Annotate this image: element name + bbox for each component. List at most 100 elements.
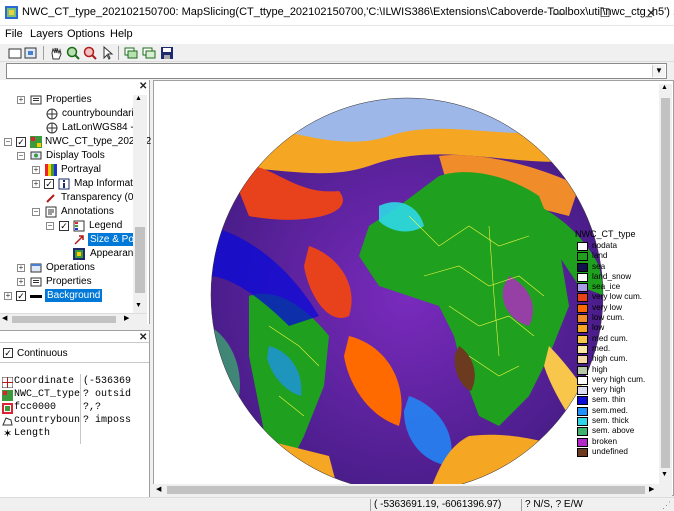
scroll-left-icon[interactable]: ◀	[2, 314, 7, 322]
layer-tree-panel: ✕ + Properties countryboundarie LatLonWG…	[0, 80, 151, 324]
legend-label: nodata	[592, 241, 618, 250]
tree-item-properties[interactable]: + Properties	[0, 93, 133, 107]
legend-item: very low cum.	[575, 292, 655, 303]
legend-checkbox[interactable]: ✓	[59, 221, 69, 231]
open-icon[interactable]	[23, 45, 39, 61]
tree-item-latlonwgs84[interactable]: LatLonWGS84 - C	[0, 121, 144, 135]
tree-horizontal-scrollbar[interactable]: ◀ ▶	[0, 313, 147, 324]
resize-grip-icon[interactable]: ⋰	[662, 500, 671, 511]
legend-swatch	[577, 283, 588, 293]
map-horizontal-scrollbar[interactable]: ◀ ▶	[153, 484, 659, 496]
tree-item-nwc-ct-type-layer[interactable]: − ✓ NWC_CT_type_202102	[0, 135, 151, 149]
map-canvas[interactable]: NWC_CT_type nodata land sea land_snow sea_ic…	[153, 80, 674, 496]
map-info-checkbox[interactable]: ✓	[44, 179, 54, 189]
pixel-info-row[interactable]: ✶ Length	[0, 428, 150, 441]
scroll-up-icon[interactable]: ▲	[135, 95, 142, 102]
legend-item: land_snow	[575, 272, 655, 282]
expand-icon[interactable]: +	[17, 278, 25, 286]
minimize-button[interactable]: —	[536, 0, 582, 26]
scroll-left-icon[interactable]: ◀	[156, 485, 161, 493]
pixel-info-row[interactable]: countryboun ? imposs	[0, 415, 150, 428]
layers-remove-icon[interactable]	[141, 45, 157, 61]
scrollbar-thumb[interactable]	[167, 486, 645, 494]
scrollbar-thumb[interactable]	[12, 316, 116, 323]
menu-options[interactable]: Options	[67, 28, 105, 40]
scroll-right-icon[interactable]: ▶	[649, 485, 654, 493]
map-list-icon	[2, 403, 13, 414]
legend-item: sem.med.	[575, 406, 655, 416]
save-icon[interactable]	[159, 45, 175, 61]
expand-icon[interactable]: +	[4, 292, 12, 300]
tree-item-map-information[interactable]: + ✓ Map Informati	[0, 177, 136, 191]
scrollbar-thumb[interactable]	[135, 227, 145, 293]
tree-item-label: Annotations	[61, 206, 114, 217]
chevron-down-icon[interactable]: ▼	[652, 65, 665, 77]
collapse-icon[interactable]: −	[32, 208, 40, 216]
status-bar: ( -5363691.19, -6061396.97) ? N/S, ? E/W…	[0, 497, 674, 511]
legend-item: high	[575, 365, 655, 375]
background-checkbox[interactable]: ✓	[16, 291, 26, 301]
collapse-icon[interactable]: −	[17, 152, 25, 160]
scroll-down-icon[interactable]: ▼	[661, 471, 668, 478]
zoom-out-icon[interactable]	[82, 45, 98, 61]
expand-icon[interactable]: +	[17, 264, 25, 272]
scroll-up-icon[interactable]: ▲	[661, 84, 668, 91]
legend-swatch	[577, 324, 588, 334]
legend-swatch	[577, 262, 588, 272]
pan-hand-icon[interactable]	[48, 45, 64, 61]
command-line-input[interactable]: ▼	[6, 63, 667, 79]
portrayal-icon	[45, 164, 57, 176]
tree-item-appearance[interactable]: Appearanc	[0, 247, 138, 261]
pixel-info-row[interactable]: fcc0000 ?,?	[0, 402, 150, 415]
size-position-icon	[74, 235, 84, 245]
length-icon: ✶	[3, 429, 13, 441]
legend-swatch	[577, 355, 588, 365]
tree-item-layer-properties[interactable]: + Properties	[0, 275, 133, 289]
tree-item-transparency[interactable]: Transparency (0)	[0, 191, 137, 205]
pixel-info-row[interactable]: NWC_CT_type ? outsid	[0, 389, 150, 402]
collapse-icon[interactable]: −	[46, 222, 54, 230]
layer-visibility-checkbox[interactable]: ✓	[16, 137, 26, 147]
title-bar: NWC_CT_type_202102150700: MapSlicing(CT_…	[0, 0, 674, 26]
tree-vertical-scrollbar[interactable]: ▲ ▼	[133, 95, 147, 313]
expand-icon[interactable]: +	[32, 180, 40, 188]
scrollbar-thumb[interactable]	[661, 98, 670, 468]
globe-icon	[46, 122, 58, 134]
close-button[interactable]: ✕	[628, 0, 674, 26]
scroll-down-icon[interactable]: ▼	[135, 302, 142, 309]
select-pointer-icon[interactable]	[100, 45, 116, 61]
collapse-icon[interactable]: −	[4, 138, 12, 146]
tree-item-countryboundaries[interactable]: countryboundarie	[0, 107, 139, 121]
maximize-button[interactable]: ☐	[582, 0, 628, 26]
expand-icon[interactable]: +	[17, 96, 25, 104]
pixel-info-name: fcc0000	[14, 402, 57, 413]
tree-item-legend[interactable]: − ✓ Legend	[0, 219, 133, 233]
menu-layers[interactable]: Layers	[30, 28, 63, 40]
new-map-icon[interactable]	[7, 45, 23, 61]
legend-item: sem. thin	[575, 395, 655, 406]
pixel-info-row[interactable]: Coordinate (-536369	[0, 376, 150, 389]
tree-item-size-position[interactable]: Size & Pos	[0, 233, 141, 247]
zoom-in-icon[interactable]	[65, 45, 81, 61]
close-icon[interactable]: ✕	[139, 81, 147, 92]
tree-item-portrayal[interactable]: + Portrayal	[0, 163, 133, 177]
properties-icon	[30, 95, 42, 105]
layers-add-icon[interactable]	[123, 45, 139, 61]
continuous-label: Continuous	[17, 348, 68, 359]
legend-item: very low	[575, 303, 655, 313]
expand-icon[interactable]: +	[32, 166, 40, 174]
tree-item-operations[interactable]: + Operations	[0, 261, 133, 275]
tree-item-annotations[interactable]: − Annotations	[0, 205, 133, 219]
legend-swatch	[577, 272, 588, 282]
map-vertical-scrollbar[interactable]: ▲ ▼	[659, 84, 672, 496]
tree-item-display-tools[interactable]: − Display Tools	[0, 149, 133, 163]
pixel-info-name: NWC_CT_type	[14, 389, 81, 400]
legend-item: med cum.	[575, 334, 655, 344]
legend-item: low	[575, 323, 655, 334]
menu-file[interactable]: File	[5, 28, 23, 40]
tree-item-background[interactable]: + ✓ Background	[0, 289, 133, 303]
scroll-right-icon[interactable]: ▶	[124, 314, 129, 322]
menu-help[interactable]: Help	[110, 28, 133, 40]
tree-item-label: Map Informati	[74, 178, 136, 189]
continuous-checkbox[interactable]: ✓	[3, 348, 13, 358]
